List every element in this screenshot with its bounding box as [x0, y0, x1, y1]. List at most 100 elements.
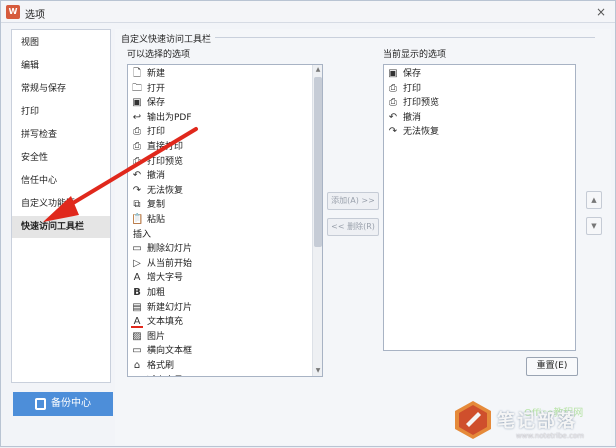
backup-icon: [35, 398, 46, 410]
sidebar-item-general-save[interactable]: 常规与保存: [12, 78, 110, 100]
available-option-item-label: 图片: [147, 331, 166, 342]
scroll-down-icon[interactable]: ▼: [314, 367, 322, 375]
current-option-item[interactable]: ↶ 撤消: [387, 111, 562, 125]
backup-center-button[interactable]: 备份中心: [13, 392, 113, 416]
available-options-list[interactable]: 🗋 新建 🗀 打开 ▣ 保存 ↩ 输出为PDF ⎙ 打印 ⎙ 直接打印 ⎙ 打印预览 ↶ 撤消 ↷ 无法恢复 ⧉ 复制…: [127, 64, 323, 377]
move-up-button[interactable]: ▲: [586, 191, 602, 209]
sidebar-item-view[interactable]: 视图: [12, 32, 110, 54]
close-button[interactable]: ×: [593, 4, 609, 20]
available-option-item[interactable]: ▭ 删除幻灯片: [131, 242, 306, 256]
available-option-item-label: 复制: [147, 200, 166, 211]
current-options-label: 当前显示的选项: [383, 50, 447, 60]
options-dialog: W 选项 × 视图 编辑 常规与保存 打印 拼写检查 安全性 信任中心 自定义功…: [0, 0, 616, 447]
scroll-up-icon[interactable]: ▲: [314, 66, 322, 74]
available-option-item[interactable]: ↶ 撤消: [131, 169, 306, 183]
picture-icon: ▨: [132, 330, 142, 342]
settings-panel: 自定义快速访问工具栏 可以选择的选项 当前显示的选项 🗋 新建 🗀 打开 ▣ 保存 ↩ 输出为…: [115, 29, 611, 445]
group-divider: [215, 37, 595, 38]
title-bar: W 选项 ×: [1, 1, 615, 23]
available-option-item-label: 增大字号: [147, 273, 184, 284]
current-option-item[interactable]: ↷ 无法恢复: [387, 125, 562, 139]
sidebar-item-security[interactable]: 安全性: [12, 147, 110, 169]
save-icon: ▣: [388, 68, 398, 79]
copy-icon: ⧉: [133, 199, 141, 211]
print-icon: ⎙: [389, 82, 397, 94]
reset-button[interactable]: 重置(E): [526, 357, 578, 376]
available-option-item[interactable]: ▨ 图片: [131, 330, 306, 344]
play-from-current-icon: ▷: [133, 257, 141, 269]
available-option-item[interactable]: A 文本填充: [131, 315, 306, 329]
sidebar-item-spellcheck[interactable]: 拼写检查: [12, 124, 110, 146]
new-doc-icon: 🗋: [132, 68, 142, 79]
watermark-logo-icon: [455, 401, 491, 439]
available-option-item[interactable]: ⎙ 直接打印: [131, 140, 306, 154]
current-options-list[interactable]: ▣ 保存 ⎙ 打印 ⎙ 打印预览 ↶ 撤消 ↷ 无法恢复: [383, 64, 576, 351]
available-option-item[interactable]: A 增大字号: [131, 271, 306, 285]
decrease-font-icon: A: [131, 375, 143, 376]
group-title: 自定义快速访问工具栏: [121, 35, 212, 45]
available-option-item-label: 新建幻灯片: [147, 302, 193, 313]
export-pdf-icon: ↩: [132, 111, 142, 123]
undo-icon: ↶: [132, 170, 142, 182]
watermark-title: 笔记部落: [497, 411, 577, 432]
available-option-item[interactable]: B 加粗: [131, 286, 306, 300]
sidebar-item-trust-center[interactable]: 信任中心: [12, 170, 110, 192]
sidebar-item-edit[interactable]: 编辑: [12, 55, 110, 77]
available-option-category-header: 插入: [131, 228, 306, 242]
current-option-item[interactable]: ▣ 保存: [387, 67, 562, 81]
open-folder-icon: 🗀: [132, 82, 142, 94]
available-option-item-label: 输出为PDF: [147, 112, 192, 123]
redo-icon: ↷: [132, 184, 142, 196]
available-option-item-label: 插入: [133, 229, 152, 240]
available-option-item-label: 新建: [147, 69, 166, 79]
available-option-item-label: 打开: [147, 83, 166, 94]
current-option-item-label: 撤消: [403, 112, 422, 123]
available-option-item-label: 无法恢复: [147, 185, 184, 196]
available-option-item[interactable]: ⎙ 打印: [131, 125, 306, 139]
watermark-url: www.notetribe.com: [516, 432, 585, 440]
available-option-item[interactable]: ▣ 保存: [131, 96, 306, 110]
current-option-item[interactable]: ⎙ 打印: [387, 82, 562, 96]
sidebar-item-quick-access-toolbar[interactable]: 快速访问工具栏: [12, 216, 110, 238]
current-option-item-label: 无法恢复: [403, 127, 440, 138]
available-option-item[interactable]: ↷ 无法恢复: [131, 184, 306, 198]
app-logo-icon: W: [6, 5, 20, 19]
print-preview-icon: ⎙: [389, 97, 397, 109]
backup-center-label: 备份中心: [51, 398, 91, 409]
sidebar-item-customize-ribbon[interactable]: 自定义功能区: [12, 193, 110, 215]
available-option-item-label: 文本填充: [147, 317, 184, 328]
add-button[interactable]: 添加(A) >>: [327, 192, 379, 210]
available-option-item[interactable]: 🗀 打开: [131, 82, 306, 96]
available-list-scrollbar[interactable]: ▲ ▼: [312, 65, 322, 376]
save-icon: ▣: [132, 97, 142, 109]
available-option-item[interactable]: 📋 粘贴: [131, 213, 306, 227]
sidebar-item-print[interactable]: 打印: [12, 101, 110, 123]
bold-icon: B: [133, 287, 141, 298]
available-option-item-label: 直接打印: [147, 142, 184, 152]
available-option-item[interactable]: ⌂ 格式刷: [131, 359, 306, 373]
available-option-item[interactable]: ⧉ 复制: [131, 198, 306, 212]
available-option-item-label: 横向文本框: [147, 346, 193, 357]
direct-print-icon: ⎙: [133, 141, 141, 152]
increase-font-icon: A: [133, 272, 141, 284]
available-option-item-label: 删除幻灯片: [147, 244, 193, 255]
print-icon: ⎙: [133, 126, 141, 138]
remove-button[interactable]: << 删除(R): [327, 218, 379, 236]
window-title: 选项: [25, 10, 45, 21]
available-option-item[interactable]: 🗋 新建: [131, 67, 306, 81]
available-option-item-label: 粘贴: [147, 215, 166, 225]
current-option-item-label: 保存: [403, 69, 422, 79]
available-option-item[interactable]: A 减小字号: [131, 374, 306, 376]
current-option-item[interactable]: ⎙ 打印预览: [387, 96, 562, 110]
available-option-item[interactable]: ↩ 输出为PDF: [131, 111, 306, 125]
current-option-item-label: 打印: [403, 83, 422, 94]
scroll-thumb[interactable]: [314, 77, 322, 247]
available-option-item[interactable]: ▤ 新建幻灯片: [131, 301, 306, 315]
available-option-item[interactable]: ⎙ 打印预览: [131, 155, 306, 169]
text-fill-icon: A: [131, 316, 143, 329]
available-option-item-label: 加粗: [147, 288, 166, 298]
available-option-item[interactable]: ▭ 横向文本框: [131, 344, 306, 358]
available-option-item[interactable]: ▷ 从当前开始: [131, 257, 306, 271]
move-down-button[interactable]: ▼: [586, 217, 602, 235]
current-option-item-label: 打印预览: [403, 98, 440, 109]
